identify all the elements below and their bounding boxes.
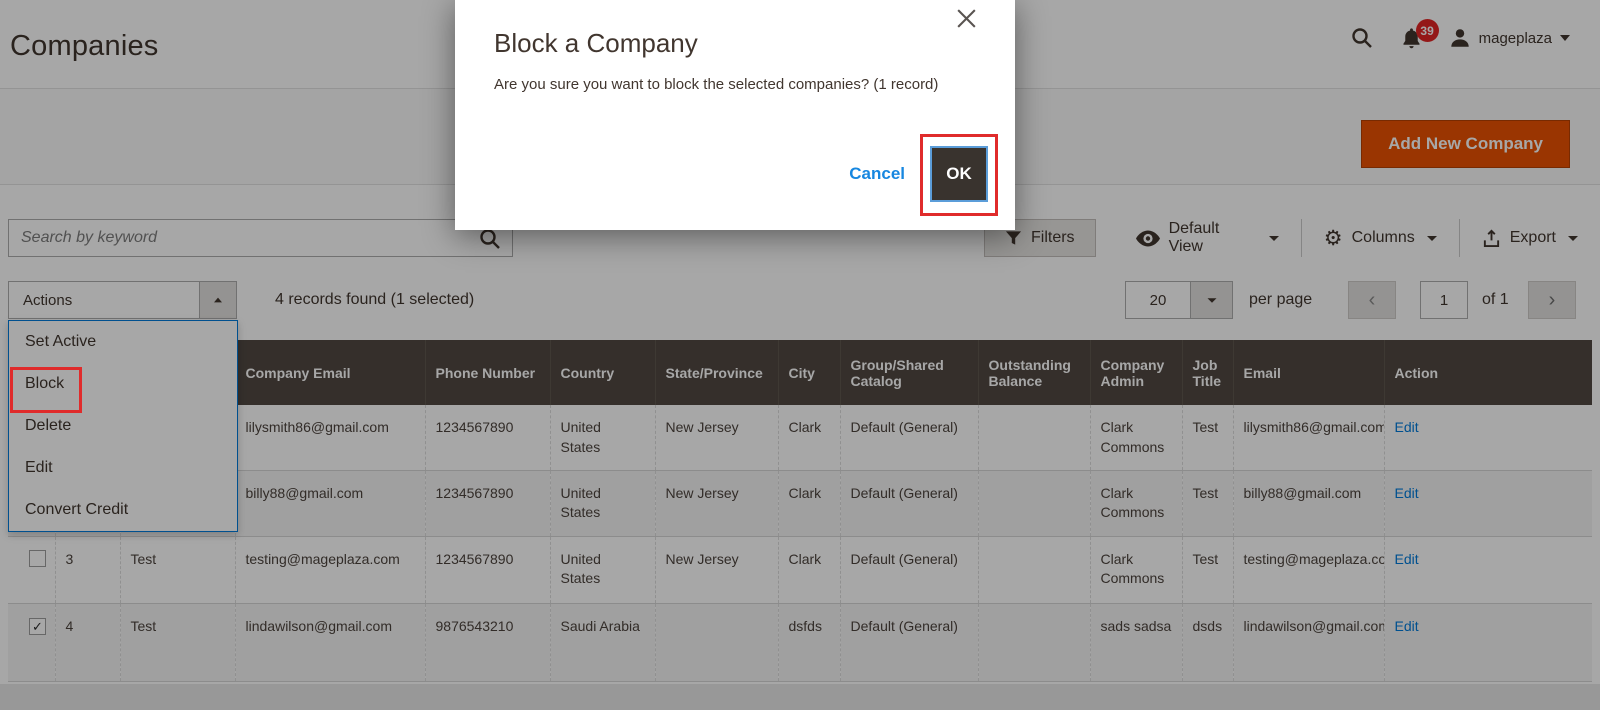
modal-title: Block a Company (494, 28, 698, 58)
modal-message: Are you sure you want to block the selec… (494, 76, 939, 93)
companies-page: Companies 39 mageplaza Add New Company S… (0, 0, 1600, 710)
modal-footer: Cancel OK (849, 146, 988, 202)
block-company-modal: Block a Company Are you sure you want to… (455, 0, 1015, 230)
cancel-button[interactable]: Cancel (849, 164, 905, 184)
close-icon[interactable] (954, 6, 979, 31)
ok-button[interactable]: OK (930, 146, 988, 202)
